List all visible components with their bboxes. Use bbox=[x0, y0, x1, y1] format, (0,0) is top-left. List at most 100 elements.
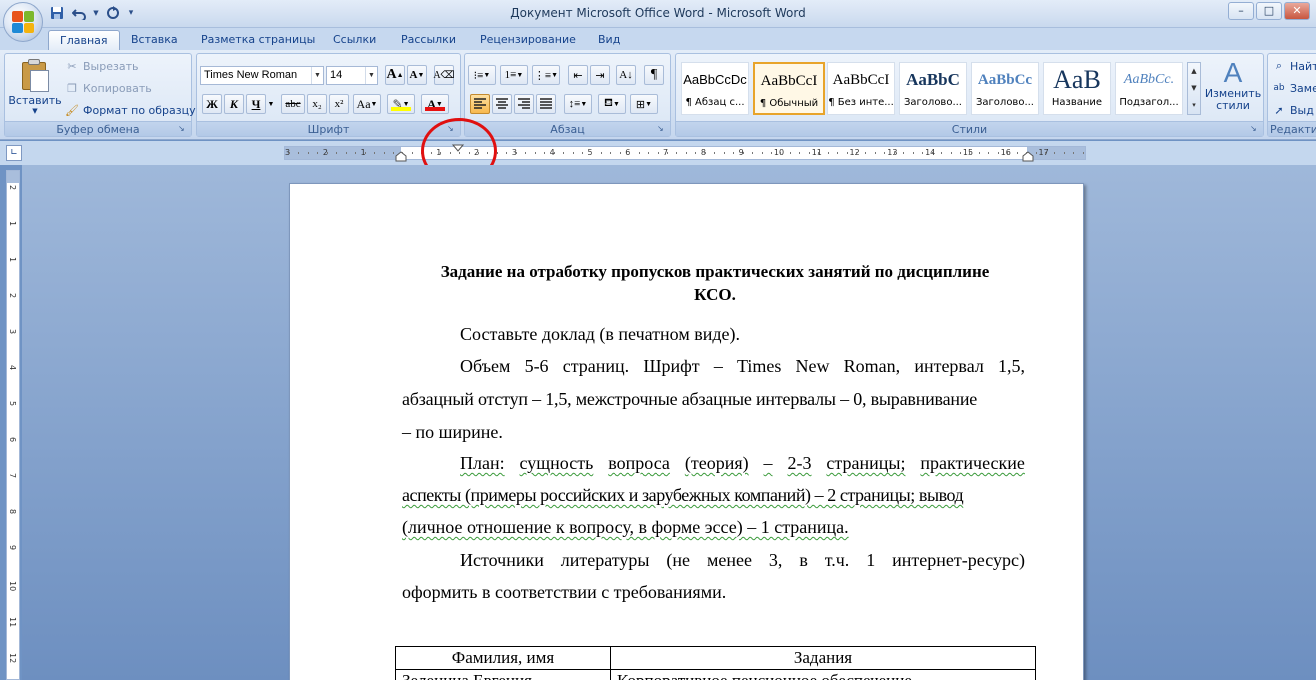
style-item[interactable]: AaBbCc Заголово... bbox=[971, 62, 1039, 115]
select-button[interactable]: ➚ Выд bbox=[1272, 103, 1313, 117]
bullets-button[interactable]: ⁝≡ ▼ bbox=[468, 65, 496, 85]
tab-mailings[interactable]: Рассылки bbox=[390, 30, 467, 50]
title-line: КСО. bbox=[694, 285, 736, 304]
shading-button[interactable]: ⛾ ▼ bbox=[598, 94, 626, 114]
style-item[interactable]: AaBbC Заголово... bbox=[899, 62, 967, 115]
vertical-ruler[interactable]: 2 1 1 2 3 4 5 6 7 8 9 10 11 12 bbox=[6, 170, 20, 680]
format-painter-button[interactable]: 🖌 Формат по образцу bbox=[65, 103, 196, 117]
document-table[interactable]: Фамилия, имя Задания Зеленина Евгения Ко… bbox=[395, 646, 1036, 680]
title-line: Задание на отработку пропусков практичес… bbox=[440, 262, 990, 281]
align-right-button[interactable] bbox=[514, 94, 534, 114]
right-indent-marker[interactable] bbox=[1022, 146, 1034, 162]
tab-insert[interactable]: Вставка bbox=[120, 30, 189, 50]
tab-selector[interactable]: ∟ bbox=[6, 145, 22, 161]
multilevel-list-button[interactable]: ⋮≡ ▼ bbox=[532, 65, 560, 85]
highlight-button[interactable]: ✎ ▼ bbox=[387, 94, 415, 114]
style-item[interactable]: AaBbCc. Подзагол... bbox=[1115, 62, 1183, 115]
gallery-scroll[interactable]: ▲ ▼ ▾ bbox=[1187, 62, 1201, 115]
maximize-button[interactable]: □ bbox=[1256, 2, 1282, 20]
brush-icon: 🖌 bbox=[65, 103, 79, 117]
replace-button[interactable]: ab Заме bbox=[1272, 81, 1316, 95]
ruler-tick bbox=[336, 152, 338, 154]
font-name-field[interactable]: Times New Roman ▼ bbox=[200, 66, 324, 85]
find-button[interactable]: ⌕ Найт bbox=[1272, 59, 1316, 73]
dialog-launcher-icon[interactable]: ↘ bbox=[178, 124, 188, 134]
style-item[interactable]: AaBbCcI ¶ Без инте... bbox=[827, 62, 895, 115]
vertical-ruler-number: 2 bbox=[8, 293, 17, 299]
change-case-button[interactable]: Aa ▼ bbox=[353, 94, 381, 114]
ruler-tick bbox=[827, 152, 829, 154]
cut-button[interactable]: ✂ Вырезать bbox=[65, 59, 138, 73]
ruler-tick bbox=[761, 152, 763, 154]
font-size-field[interactable]: 14 ▼ bbox=[326, 66, 378, 85]
replace-label: Заме bbox=[1290, 81, 1316, 95]
document-page[interactable]: Задание на отработку пропусков практичес… bbox=[289, 183, 1084, 680]
style-item[interactable]: AaBbCcDc ¶ Абзац с... bbox=[681, 62, 749, 115]
borders-button[interactable]: ⊞ ▼ bbox=[630, 94, 658, 114]
underline-dropdown-icon[interactable]: ▼ bbox=[266, 94, 276, 114]
decrease-indent-button[interactable]: ⇤ bbox=[568, 65, 588, 85]
left-indent-marker[interactable] bbox=[395, 146, 407, 162]
superscript-button[interactable]: x² bbox=[329, 94, 349, 114]
subscript-button[interactable]: x₂ bbox=[307, 94, 327, 114]
paste-button[interactable]: Вставить ▼ bbox=[8, 58, 62, 115]
tab-home[interactable]: Главная bbox=[48, 30, 120, 50]
horizontal-ruler[interactable]: 3 2 1 1 2 3 4 5 6 7 8 9 10 11 12 13 14 15 16 17 bbox=[284, 144, 1086, 162]
strikethrough-button[interactable]: abc bbox=[281, 94, 305, 114]
style-item-selected[interactable]: AaBbCcI ¶ Обычный bbox=[753, 62, 825, 115]
word: т.ч. bbox=[824, 550, 850, 570]
change-case-icon: Aa bbox=[356, 96, 371, 111]
ruler-tick bbox=[723, 152, 725, 154]
italic-button[interactable]: К bbox=[224, 94, 244, 114]
ruler-tick bbox=[704, 152, 706, 154]
shrink-font-button[interactable]: A ▼ bbox=[407, 65, 427, 85]
minimize-button[interactable]: – bbox=[1228, 2, 1254, 20]
justify-icon bbox=[540, 98, 552, 109]
table-header-row: Фамилия, имя Задания bbox=[395, 646, 1036, 670]
chevron-down-icon: ▼ bbox=[365, 67, 377, 84]
line-spacing-button[interactable]: ↕≡ ▼ bbox=[564, 94, 592, 114]
ruler-tick bbox=[1045, 152, 1046, 154]
sort-button[interactable]: A↓ bbox=[616, 65, 636, 85]
justify-button[interactable] bbox=[536, 94, 556, 114]
align-center-button[interactable] bbox=[492, 94, 512, 114]
style-item[interactable]: AaB Название bbox=[1043, 62, 1111, 115]
ruler-tick bbox=[997, 152, 999, 154]
scroll-down-icon[interactable]: ▼ bbox=[1188, 80, 1200, 97]
paragraph-group-label: Абзац bbox=[465, 121, 670, 136]
word: интернет-ресурс) bbox=[892, 550, 1025, 570]
paste-label: Вставить bbox=[8, 94, 62, 107]
tab-review[interactable]: Рецензирование bbox=[469, 30, 587, 50]
ruler-tick bbox=[865, 152, 867, 154]
show-marks-button[interactable]: ¶ bbox=[644, 65, 664, 85]
font-color-button[interactable]: A ▼ bbox=[421, 94, 449, 114]
dialog-launcher-icon[interactable]: ↘ bbox=[657, 124, 667, 134]
dialog-launcher-icon[interactable]: ↘ bbox=[1250, 124, 1260, 134]
style-sample: AaBbCcDc bbox=[683, 72, 747, 87]
copy-button[interactable]: ❐ Копировать bbox=[65, 81, 152, 95]
bold-button[interactable]: Ж bbox=[202, 94, 222, 114]
change-styles-button[interactable]: A Изменить стили bbox=[1204, 58, 1262, 112]
word: 1,5, bbox=[997, 356, 1025, 376]
underline-button[interactable]: Ч bbox=[246, 94, 266, 114]
decrease-indent-icon: ⇤ bbox=[573, 69, 583, 82]
close-button[interactable]: ✕ bbox=[1284, 2, 1310, 20]
gallery-more-icon[interactable]: ▾ bbox=[1188, 97, 1200, 114]
tab-references[interactable]: Ссылки bbox=[322, 30, 387, 50]
office-button[interactable] bbox=[3, 2, 43, 42]
ruler-tick bbox=[884, 152, 886, 154]
multilevel-list-icon: ⋮≡ bbox=[533, 69, 552, 82]
scroll-up-icon[interactable]: ▲ bbox=[1188, 63, 1200, 80]
grow-font-button[interactable]: A ▲ bbox=[385, 65, 405, 85]
numbering-button[interactable]: 1≡ ▼ bbox=[500, 65, 528, 85]
ruler-tick bbox=[1082, 152, 1084, 154]
ruler-tick bbox=[525, 152, 527, 154]
tab-page-layout[interactable]: Разметка страницы bbox=[190, 30, 326, 50]
align-left-button[interactable] bbox=[470, 94, 490, 114]
ruler-tick bbox=[648, 152, 650, 154]
tab-view[interactable]: Вид bbox=[587, 30, 631, 50]
align-center-icon bbox=[496, 98, 508, 109]
clear-formatting-button[interactable]: A⌫ bbox=[433, 65, 455, 85]
increase-indent-button[interactable]: ⇥ bbox=[590, 65, 610, 85]
vertical-ruler-number: 12 bbox=[8, 653, 17, 664]
